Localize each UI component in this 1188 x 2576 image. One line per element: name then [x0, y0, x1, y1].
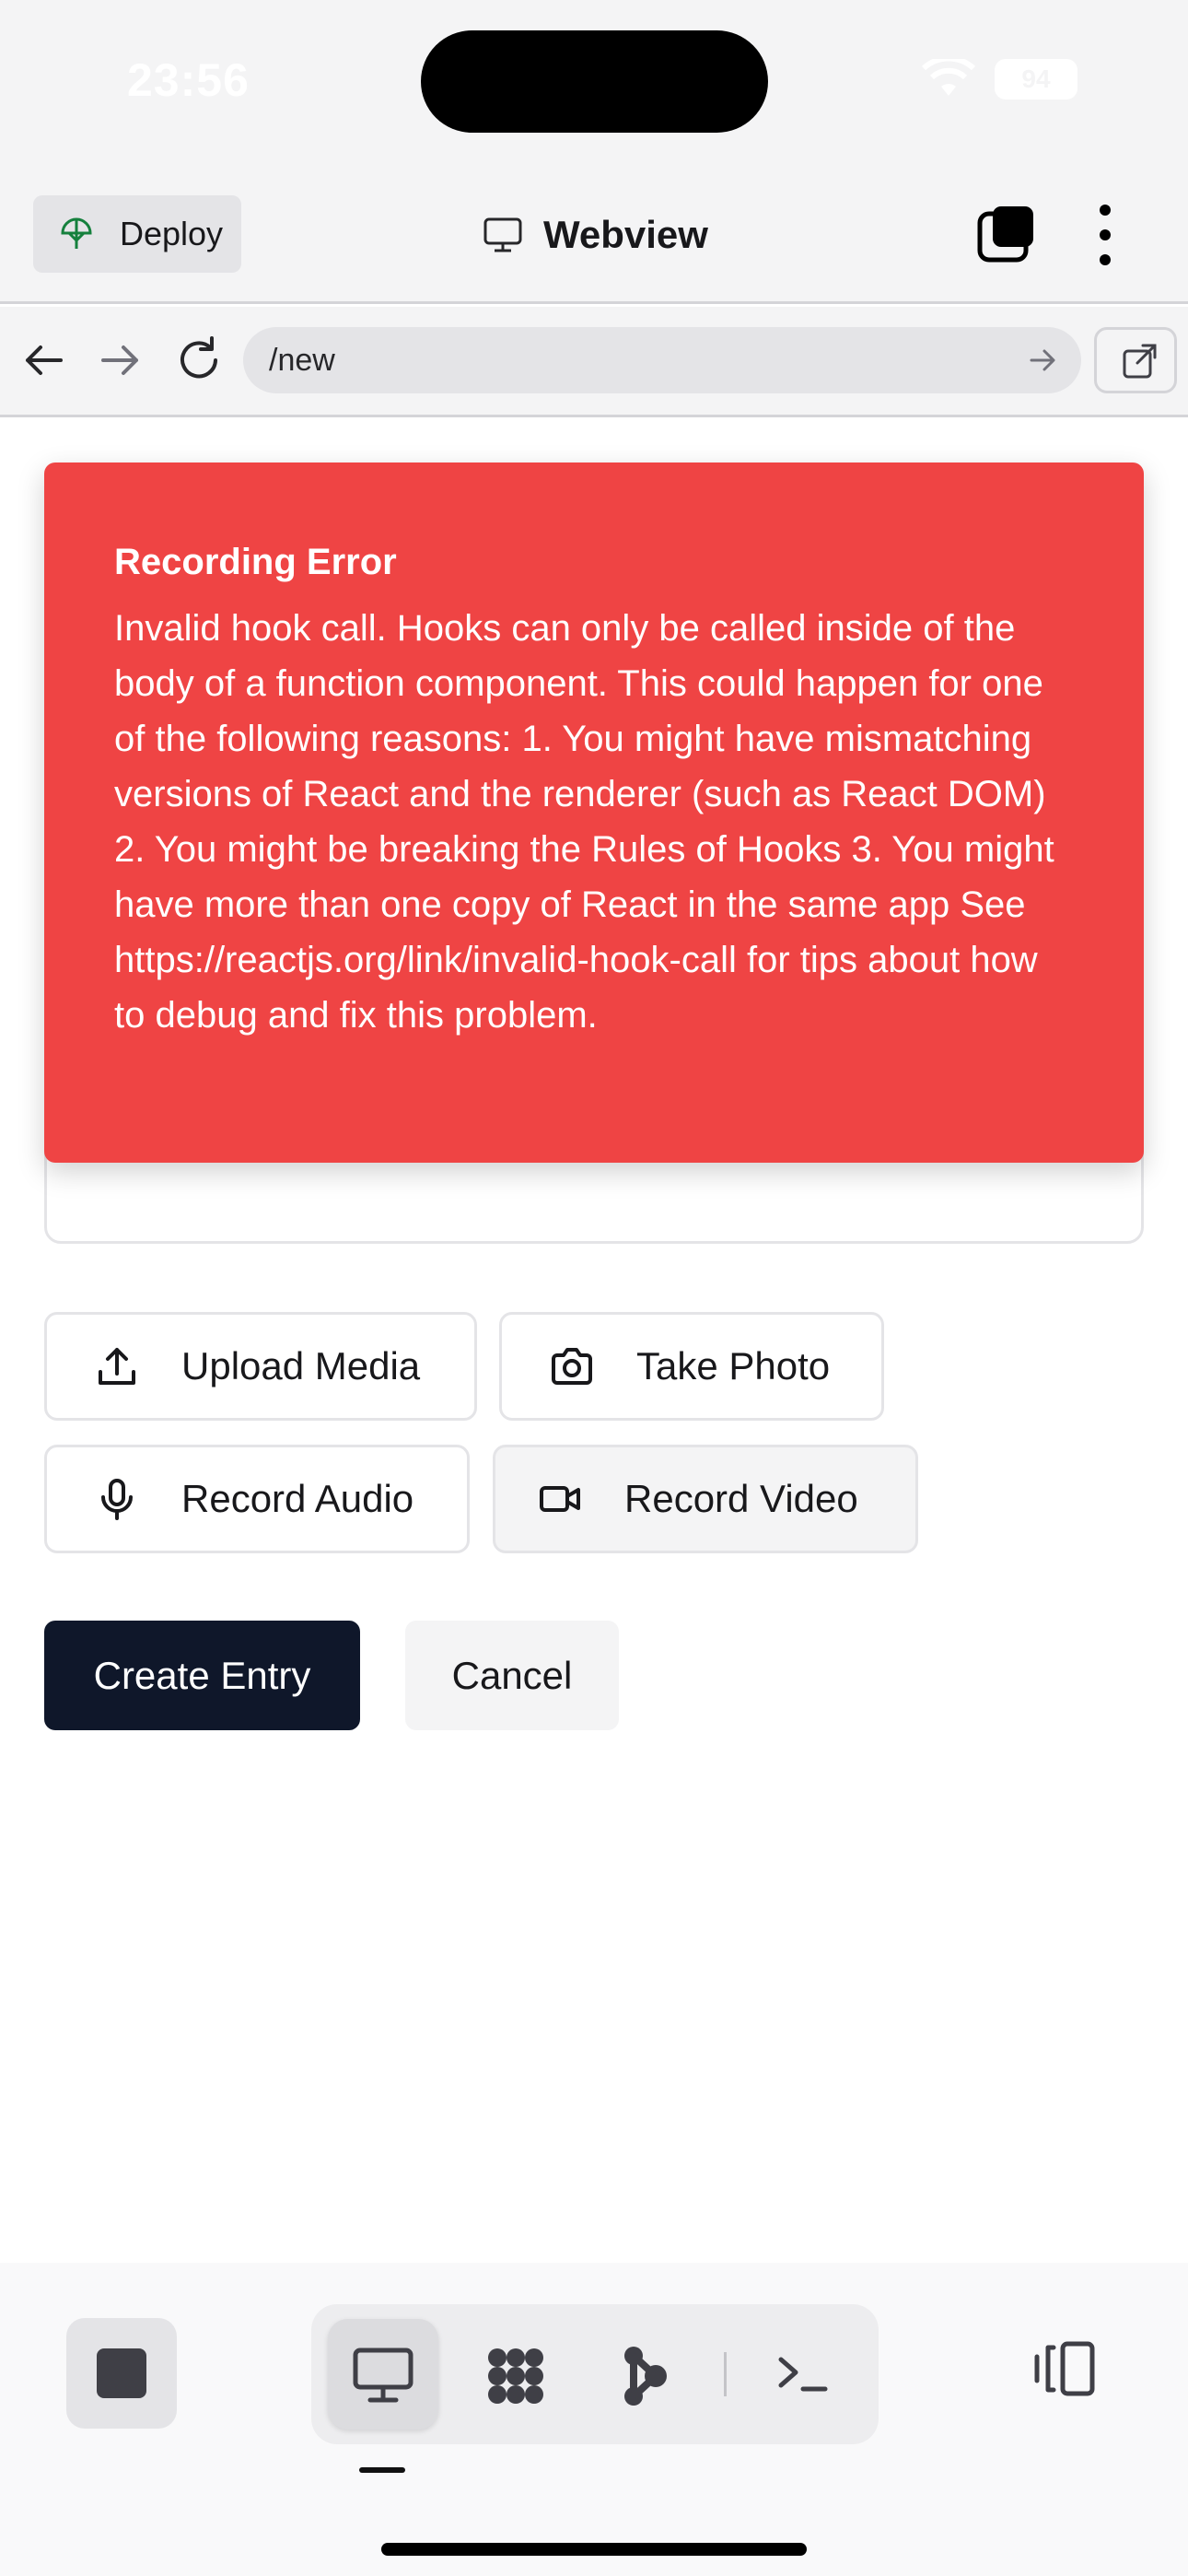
tabs-icon[interactable] — [976, 205, 1037, 265]
create-entry-button[interactable]: Create Entry — [44, 1621, 360, 1730]
status-time: 23:56 — [127, 54, 250, 106]
record-audio-button[interactable]: Record Audio — [44, 1445, 470, 1553]
reload-icon[interactable] — [169, 331, 228, 390]
microphone-icon — [101, 1479, 133, 1520]
wifi-icon — [921, 59, 976, 96]
stop-button[interactable] — [66, 2318, 177, 2429]
webview-title: Webview — [483, 203, 708, 267]
nodes-icon — [488, 2348, 543, 2404]
app-header: Deploy Webview — [0, 175, 1188, 304]
record-video-label: Record Video — [624, 1477, 858, 1520]
panel-toggle-icon[interactable] — [1030, 2335, 1098, 2403]
upload-media-label: Upload Media — [181, 1344, 421, 1388]
deploy-label: Deploy — [120, 215, 224, 252]
preview-tab[interactable] — [328, 2319, 438, 2430]
url-input[interactable]: /new — [243, 327, 1081, 393]
page-title: Webview — [543, 213, 708, 256]
arrow-right-icon[interactable] — [90, 331, 149, 390]
record-video-button[interactable]: Record Video — [493, 1445, 918, 1553]
external-link-icon — [1123, 344, 1157, 379]
monitor-icon — [353, 2348, 413, 2403]
upload-media-button[interactable]: Upload Media — [44, 1312, 477, 1421]
home-indicator — [381, 2543, 807, 2556]
active-tab-indicator — [359, 2467, 405, 2473]
more-vertical-icon[interactable] — [1087, 201, 1124, 269]
video-icon — [540, 1486, 580, 1512]
umbrella-icon — [61, 217, 92, 249]
camera-icon — [552, 1348, 592, 1385]
bottom-toolbar — [0, 2263, 1188, 2576]
monitor-icon — [483, 217, 522, 252]
open-external-button[interactable] — [1094, 327, 1177, 393]
view-switcher — [311, 2304, 879, 2444]
take-photo-label: Take Photo — [636, 1344, 831, 1388]
error-toast: Recording Error Invalid hook call. Hooks… — [44, 463, 1144, 1163]
cancel-button[interactable]: Cancel — [405, 1621, 619, 1730]
status-bar: 23:56 94 — [0, 0, 1188, 175]
terminal-tab[interactable] — [750, 2319, 860, 2430]
terminal-icon — [778, 2357, 828, 2392]
error-title: Recording Error — [114, 542, 397, 582]
url-value: /new — [269, 342, 335, 378]
error-message: Invalid hook call. Hooks can only be cal… — [114, 608, 1054, 1036]
battery-indicator: 94 — [995, 59, 1077, 100]
toolbar-divider — [724, 2352, 727, 2396]
arrow-left-icon[interactable] — [15, 331, 74, 390]
upload-icon — [99, 1348, 135, 1385]
agent-icon — [624, 2347, 667, 2406]
url-bar: /new — [0, 307, 1188, 417]
agent-tab[interactable] — [589, 2319, 700, 2430]
deploy-button[interactable]: Deploy — [33, 195, 241, 273]
go-arrow-icon[interactable] — [1026, 344, 1059, 377]
nodes-tab[interactable] — [459, 2319, 569, 2430]
dynamic-island — [421, 30, 768, 133]
take-photo-button[interactable]: Take Photo — [499, 1312, 884, 1421]
record-audio-label: Record Audio — [181, 1477, 414, 1520]
stop-icon — [97, 2348, 146, 2398]
